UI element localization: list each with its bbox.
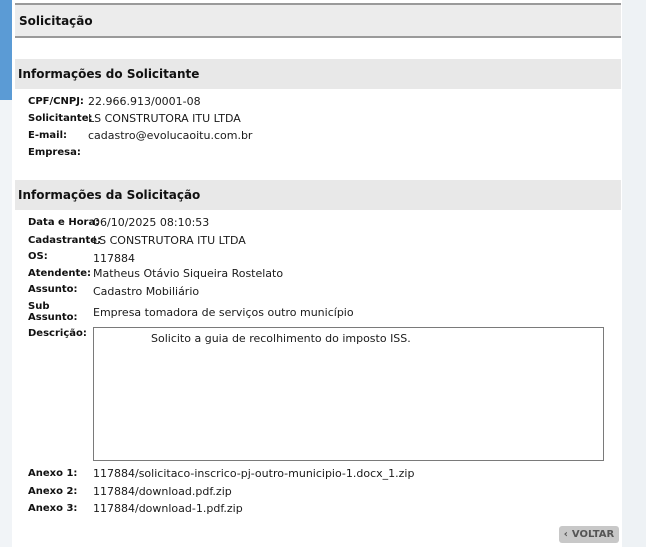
chevron-left-icon: ‹ <box>563 529 568 540</box>
subject-value: Cadastro Mobiliário <box>93 285 200 298</box>
back-button[interactable]: ‹ VOLTAR <box>559 526 619 543</box>
datetime-value: 06/10/2025 08:10:53 <box>93 216 210 229</box>
attachment-1-label: Anexo 1: <box>28 468 78 479</box>
requester-value: LS CONSTRUTORA ITU LTDA <box>88 112 241 125</box>
attachment-1-link[interactable]: 117884/solicitaco-inscrico-pj-outro-muni… <box>93 467 414 480</box>
attachment-3-label: Anexo 3: <box>28 503 78 514</box>
right-strip <box>622 0 646 547</box>
requester-section-title: Informações do Solicitante <box>18 67 200 81</box>
datetime-label: Data e Hora: <box>28 217 100 228</box>
page-title: Solicitação <box>19 14 93 28</box>
company-label: Empresa: <box>28 147 81 158</box>
subsubject-value: Empresa tomadora de serviços outro munic… <box>93 306 354 319</box>
attendant-value: Matheus Otávio Siqueira Rostelato <box>93 267 284 280</box>
subject-label: Assunto: <box>28 284 78 295</box>
subsubject-label-line2: Assunto: <box>28 312 78 323</box>
registrant-value: LS CONSTRUTORA ITU LTDA <box>93 234 246 247</box>
attendant-label: Atendente: <box>28 268 92 279</box>
request-section-header: Informações da Solicitação <box>15 180 621 210</box>
page-header: Solicitação <box>15 3 621 38</box>
subsubject-label-line1: Sub <box>28 301 50 312</box>
main-panel: Solicitação Informações do Solicitante C… <box>12 0 622 547</box>
description-text: Solicito a guia de recolhimento do impos… <box>151 332 411 345</box>
back-button-label: VOLTAR <box>571 529 615 540</box>
attachment-2-link[interactable]: 117884/download.pdf.zip <box>93 485 232 498</box>
email-label: E-mail: <box>28 130 68 141</box>
description-textarea[interactable]: Solicito a guia de recolhimento do impos… <box>93 327 604 461</box>
os-value: 117884 <box>93 252 135 265</box>
attachment-2-label: Anexo 2: <box>28 486 78 497</box>
left-accent-bar <box>0 0 12 100</box>
cpf-value: 22.966.913/0001-08 <box>88 95 201 108</box>
requester-label: Solicitante: <box>28 113 93 124</box>
registrant-label: Cadastrante: <box>28 235 102 246</box>
attachment-3-link[interactable]: 117884/download-1.pdf.zip <box>93 502 243 515</box>
os-label: OS: <box>28 251 48 262</box>
description-label: Descrição: <box>28 328 87 339</box>
cpf-label: CPF/CNPJ: <box>28 96 84 107</box>
request-section-title: Informações da Solicitação <box>18 188 201 202</box>
left-strip <box>0 100 12 547</box>
email-value: cadastro@evolucaoitu.com.br <box>88 129 253 142</box>
requester-section-header: Informações do Solicitante <box>15 59 621 89</box>
